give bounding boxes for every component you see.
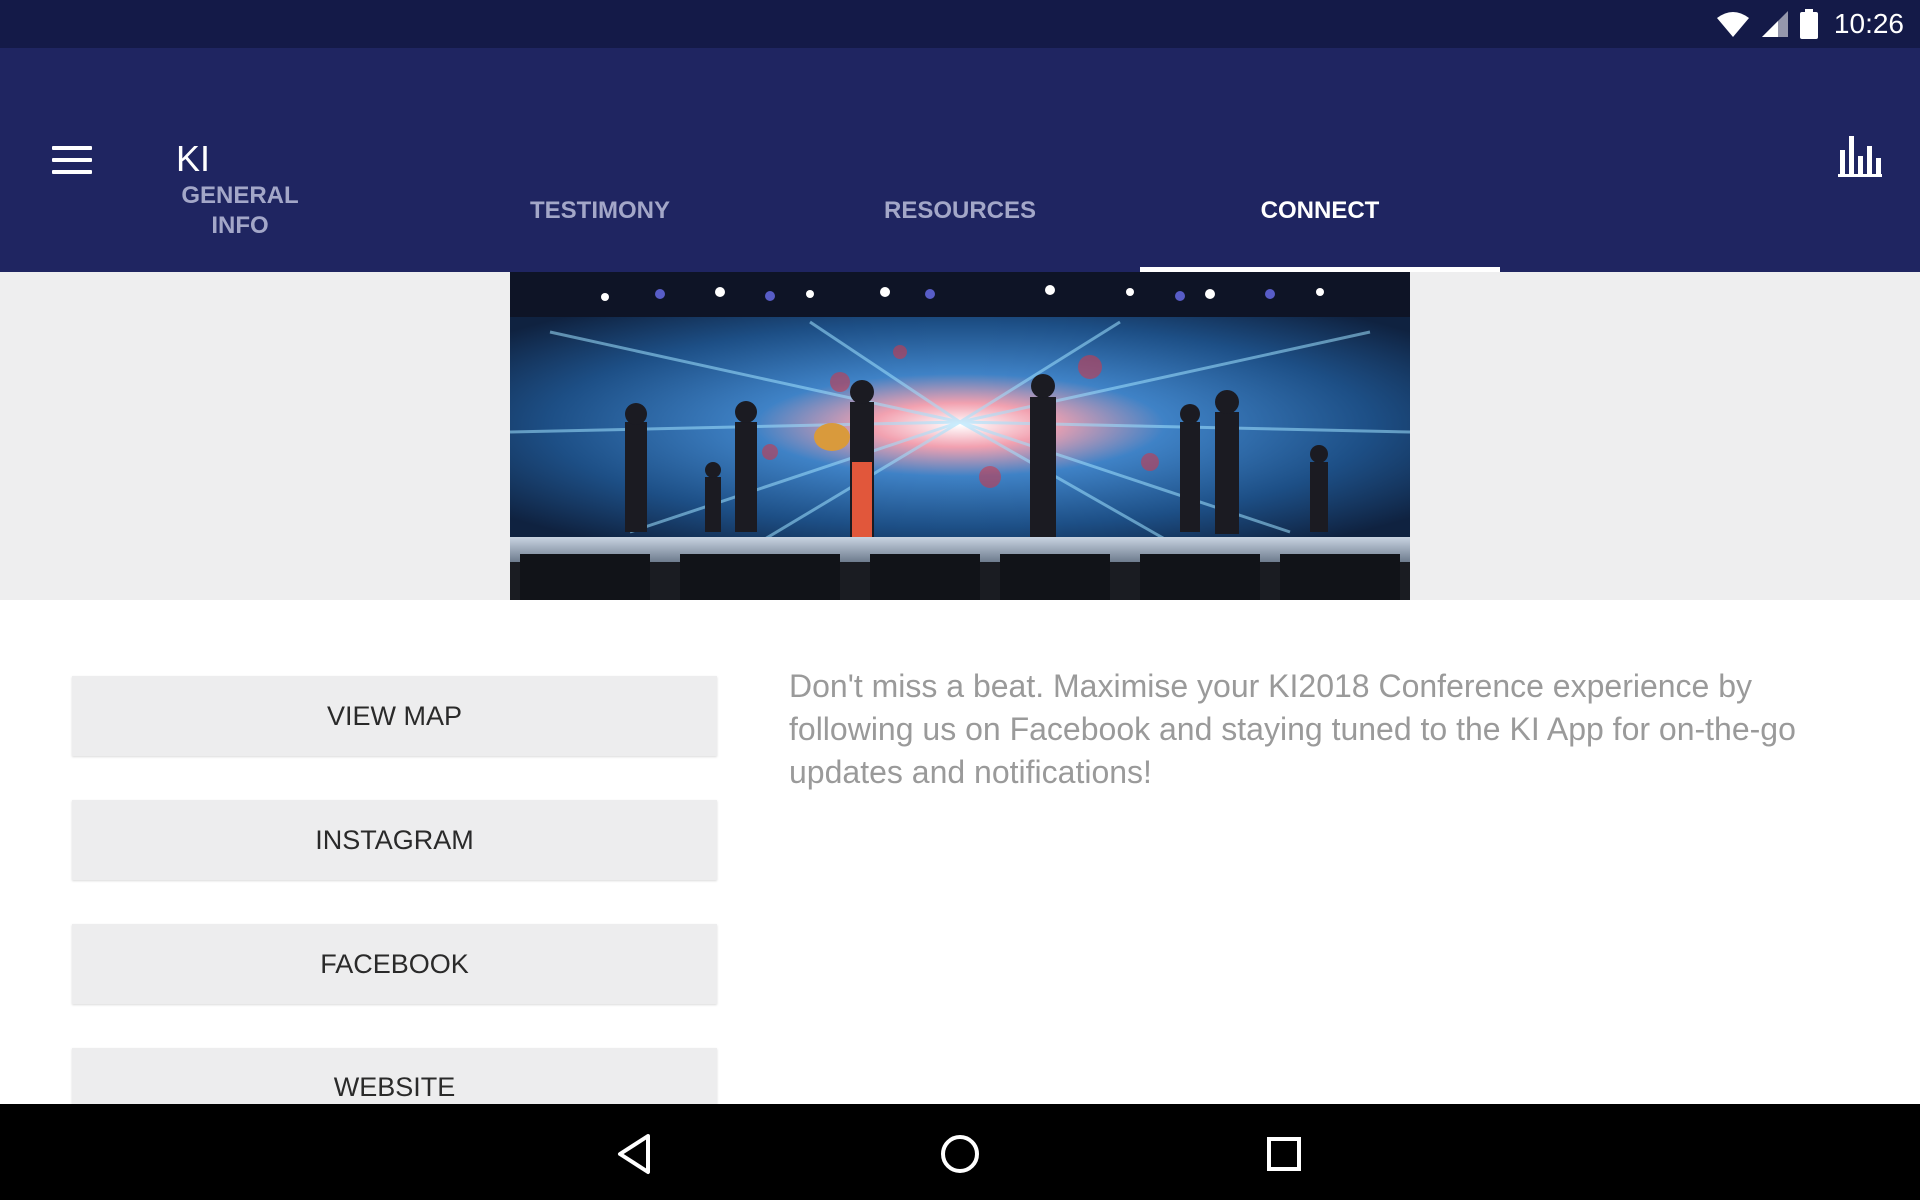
navigation-bar <box>0 1104 1920 1200</box>
tab-connect[interactable]: CONNECT <box>1140 150 1500 272</box>
tab-bar: GENERAL INFO TESTIMONY RESOURCES CONNECT <box>60 150 1500 272</box>
back-icon[interactable] <box>606 1124 666 1184</box>
bar-chart-icon[interactable] <box>1838 134 1882 178</box>
status-icons: 10:26 <box>1716 0 1904 48</box>
cell-signal-icon <box>1761 11 1788 37</box>
tab-general-info[interactable]: GENERAL INFO <box>60 150 420 272</box>
battery-icon <box>1799 9 1818 39</box>
view-map-button[interactable]: VIEW MAP <box>72 676 717 756</box>
tab-resources[interactable]: RESOURCES <box>780 150 1140 272</box>
tab-testimony[interactable]: TESTIMONY <box>420 150 780 272</box>
website-button[interactable]: WEBSITE <box>72 1048 717 1104</box>
home-icon[interactable] <box>930 1124 990 1184</box>
connect-description: Don't miss a beat. Maximise your KI2018 … <box>789 668 1796 790</box>
status-time: 10:26 <box>1833 8 1904 39</box>
status-bar: 10:26 <box>0 0 1920 48</box>
concert-stage-photo <box>510 272 1410 600</box>
instagram-button[interactable]: INSTAGRAM <box>72 800 717 880</box>
recents-icon[interactable] <box>1254 1124 1314 1184</box>
facebook-button[interactable]: FACEBOOK <box>72 924 717 1004</box>
wifi-icon <box>1716 12 1749 37</box>
